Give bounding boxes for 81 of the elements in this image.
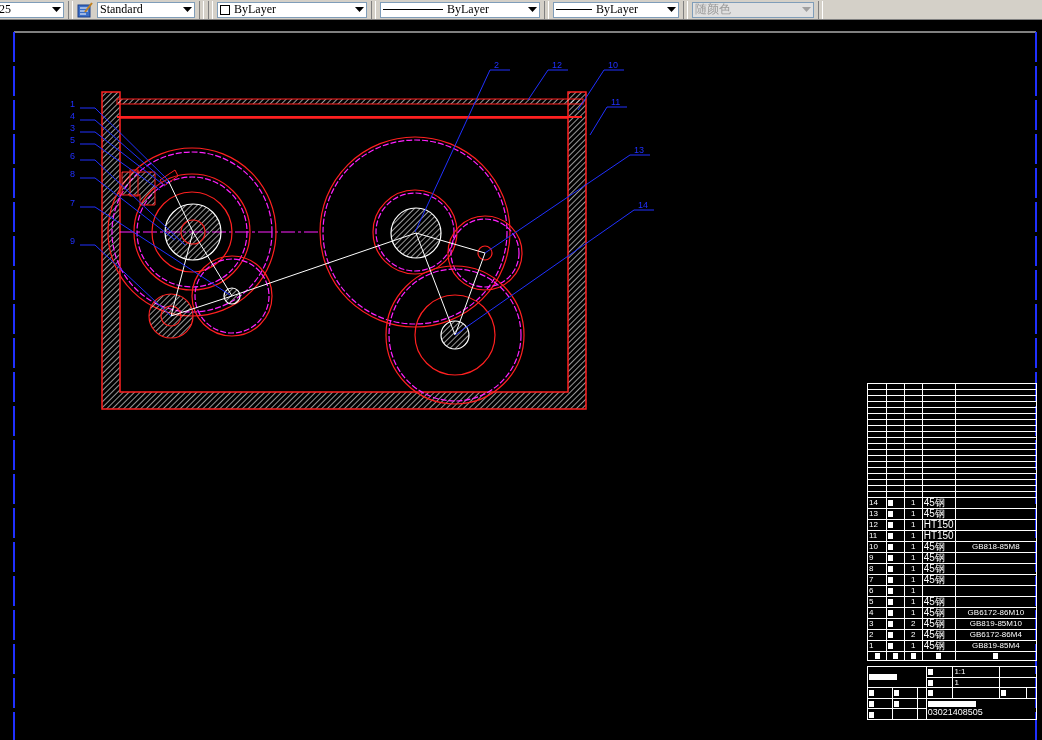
item-number-text: 10 <box>869 542 878 551</box>
caret-icon <box>52 7 61 12</box>
item-number-text: 2 <box>869 630 874 639</box>
quantity-text: 1 <box>911 564 916 573</box>
text-style-dropdown[interactable]: Standard <box>97 1 195 18</box>
quantity-text: 1 <box>911 586 916 595</box>
part-number-label: 7 <box>70 198 75 208</box>
material-text: 45钢 <box>923 541 945 552</box>
material-text: 45钢 <box>923 563 945 574</box>
lineweight-dropdown[interactable]: ByLayer <box>553 1 679 18</box>
material-text: HT150 <box>923 530 954 541</box>
quantity-text: 2 <box>911 619 916 628</box>
material-text: 45钢 <box>923 596 945 607</box>
part-number-label: 2 <box>494 60 499 70</box>
part-number-label: 4 <box>70 111 75 121</box>
scale-text: 1:1 <box>954 667 966 677</box>
standard-text: GB819-85M4 <box>972 641 1020 650</box>
item-number-text: 3 <box>869 619 874 628</box>
item-number-text: 14 <box>869 498 878 507</box>
item-number-text: 8 <box>869 564 874 573</box>
leader-line <box>527 69 569 101</box>
lineweight-sample-icon <box>556 8 592 11</box>
item-number-text: 4 <box>869 608 874 617</box>
caret-icon <box>355 7 364 12</box>
drawing-number-text: 03021408505 <box>927 706 983 717</box>
item-number-text: 11 <box>869 531 878 540</box>
part-number-label: 3 <box>70 123 75 133</box>
item-number-text: 5 <box>869 597 874 606</box>
material-text: 45钢 <box>923 618 945 629</box>
quantity-text: 1 <box>911 531 916 540</box>
item-number-text: 9 <box>869 553 874 562</box>
caret-icon <box>667 7 676 12</box>
part-number-label: 13 <box>634 145 644 155</box>
item-number-text: 1 <box>869 641 874 650</box>
part-number-label: 14 <box>638 200 648 210</box>
part-number-label: 11 <box>611 97 621 107</box>
material-text: 45钢 <box>923 574 945 585</box>
part-number-label: 9 <box>70 236 75 246</box>
part-number-label: 5 <box>70 135 75 145</box>
material-text: HT150 <box>923 519 954 530</box>
part-number-label: 1 <box>70 99 75 109</box>
caret-icon <box>802 7 811 12</box>
leader-line <box>589 106 628 136</box>
quantity-text: 1 <box>911 608 916 617</box>
standard-text: GB6172-86M4 <box>969 630 1022 639</box>
linetype-sample-icon <box>383 8 443 11</box>
linetype-dropdown[interactable]: ByLayer <box>380 1 540 18</box>
item-number-text: 13 <box>869 509 878 518</box>
part-number-label: 8 <box>70 169 75 179</box>
quantity-text: 1 <box>911 575 916 584</box>
color-swatch-icon <box>220 4 230 15</box>
layer-dropdown[interactable]: ByLayer <box>217 1 367 18</box>
part-number-label: 10 <box>608 60 618 70</box>
quantity-text: 1 <box>911 597 916 606</box>
quantity-text: 2 <box>911 630 916 639</box>
item-number-text: 7 <box>869 575 874 584</box>
quantity-text: 1 <box>911 520 916 529</box>
leader-line <box>577 69 625 111</box>
part-number-label: 6 <box>70 151 75 161</box>
material-text: 45钢 <box>923 640 945 651</box>
material-text: 45钢 <box>923 508 945 519</box>
caret-icon <box>183 7 192 12</box>
dimension-scale-dropdown[interactable]: 25 <box>0 1 64 18</box>
item-number-text: 6 <box>869 586 874 595</box>
standard-text: GB6172-86M10 <box>967 608 1025 617</box>
material-text: 45钢 <box>923 552 945 563</box>
material-text: 45钢 <box>923 607 945 618</box>
material-text: 45钢 <box>923 629 945 640</box>
quantity-text: 1 <box>911 641 916 650</box>
item-number-text: 12 <box>869 520 878 529</box>
quantity-text: 1 <box>954 677 959 687</box>
standard-text: GB819-85M10 <box>969 619 1022 628</box>
caret-icon <box>528 7 537 12</box>
material-text: 45钢 <box>923 497 945 508</box>
quantity-text: 1 <box>911 509 916 518</box>
standard-text: GB818-85M8 <box>972 542 1020 551</box>
part-number-label: 12 <box>552 60 562 70</box>
quantity-text: 1 <box>911 542 916 551</box>
text-style-icon[interactable] <box>77 1 93 18</box>
quantity-text: 1 <box>911 498 916 507</box>
quantity-text: 1 <box>911 553 916 562</box>
